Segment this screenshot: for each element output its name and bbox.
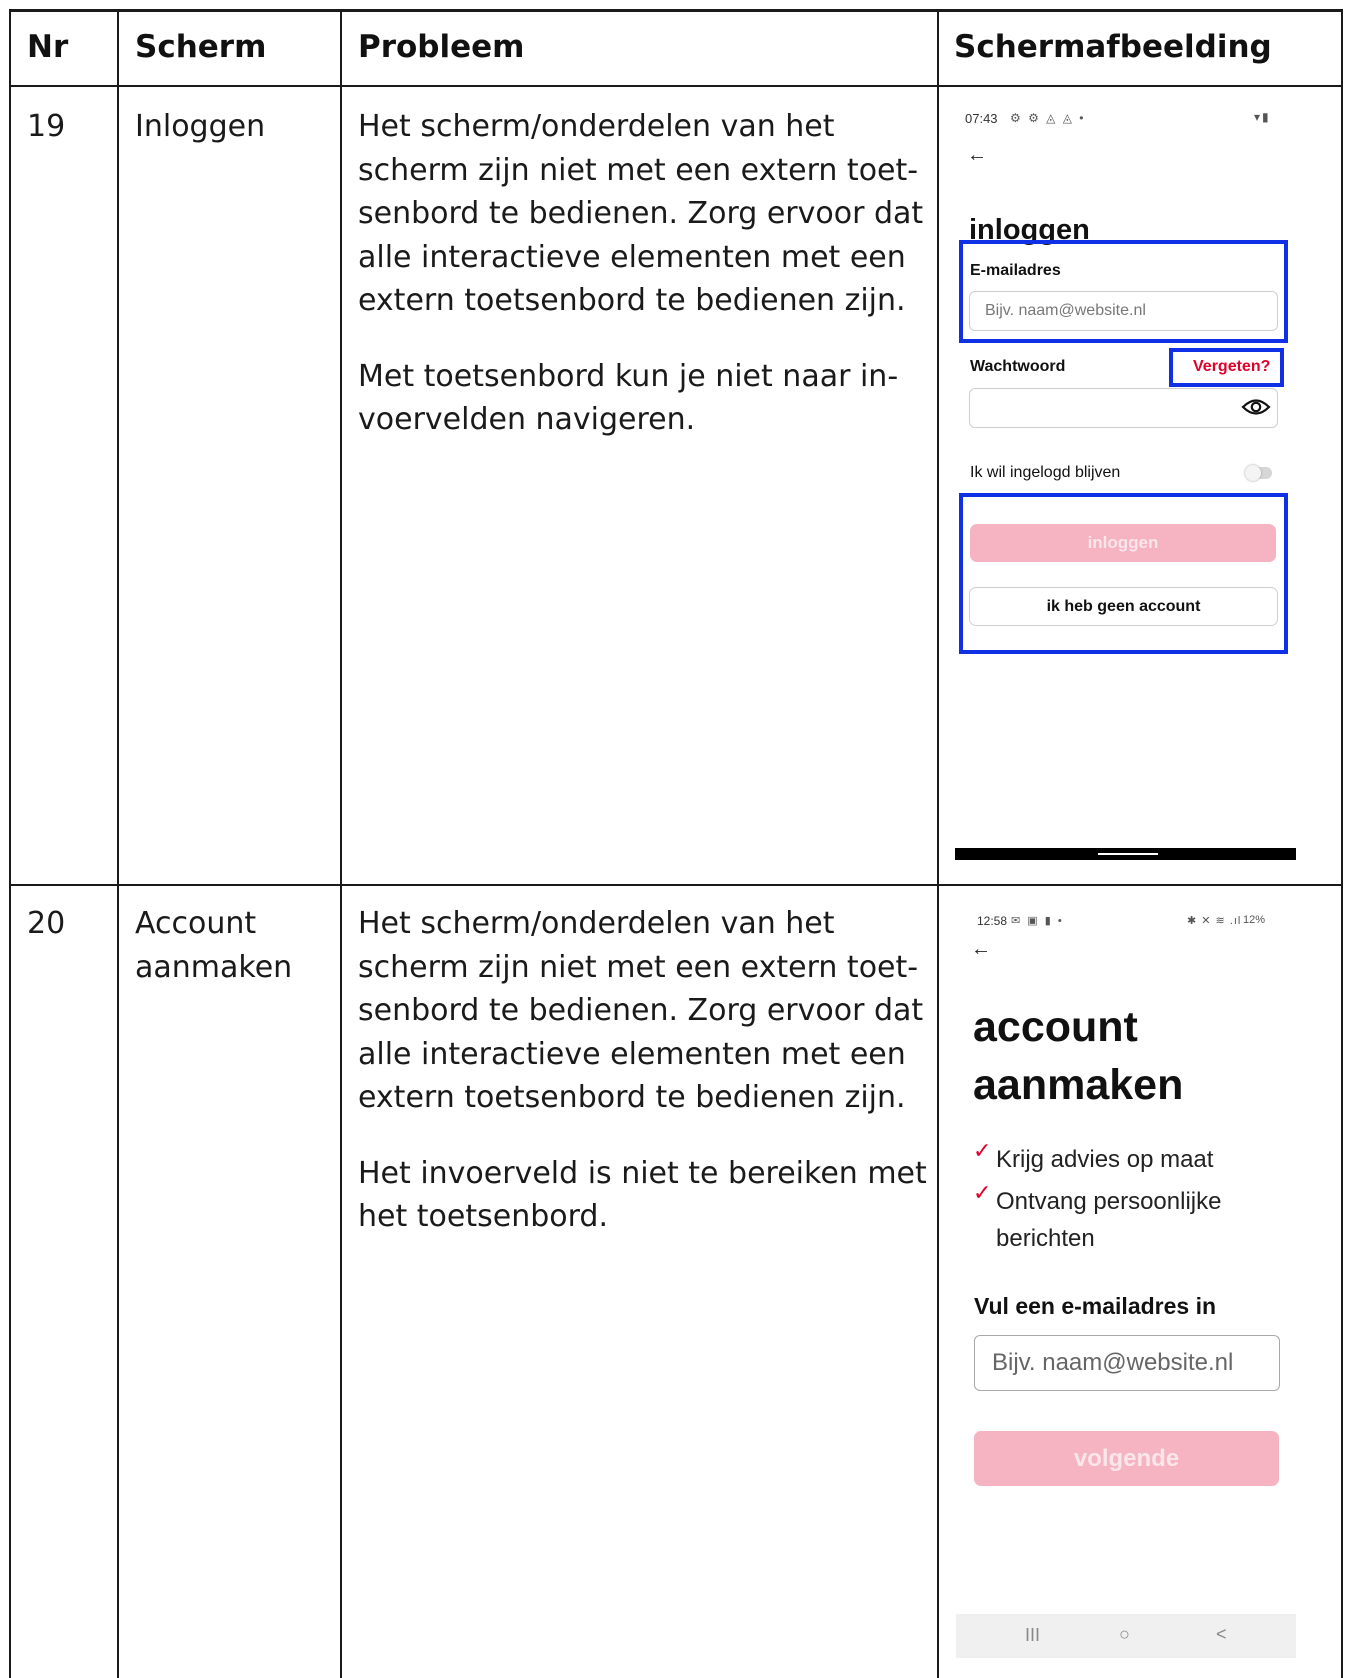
stay-logged-in-toggle[interactable] — [1245, 465, 1272, 481]
row-19-probleem-p2: Met toetsenbord kun je niet naar in­voer… — [358, 358, 899, 438]
row-19-nr: 19 — [27, 109, 66, 144]
column-divider — [340, 9, 342, 1678]
row-20-nr: 20 — [27, 906, 66, 941]
check-icon: ✓ — [973, 1138, 992, 1163]
register-title-line2: aanmaken — [973, 1061, 1184, 1109]
benefit-1: Krijg advies op maat — [996, 1146, 1214, 1173]
register-title: account aanmaken — [973, 998, 1183, 1114]
row-20-scherm: Account aanmaken — [135, 902, 292, 989]
recent-apps-icon[interactable]: III — [1025, 1625, 1040, 1646]
status-time: 12:58 — [977, 914, 1008, 928]
screenshot-register: 12:58 ✉ ▣ ▮ • ✱ ✕ ≋ .ıl 12% ← account aa… — [953, 898, 1296, 1668]
row-20-scherm-line2: aanmaken — [135, 949, 293, 985]
benefit-2-line2: berichten — [996, 1225, 1095, 1252]
check-icon: ✓ — [973, 1180, 992, 1205]
column-divider — [117, 9, 119, 1678]
back-arrow-icon[interactable]: ← — [971, 938, 991, 961]
email-placeholder: Bijv. naam@website.nl — [992, 1349, 1234, 1376]
table-border-right — [1341, 9, 1343, 1678]
benefit-2: Ontvang persoonlijke berichten — [996, 1183, 1221, 1257]
row-20-scherm-line1: Account — [135, 906, 257, 941]
password-input[interactable] — [969, 388, 1278, 428]
highlight-buttons-box — [959, 493, 1288, 654]
status-icons-left: ✉ ▣ ▮ • — [1011, 915, 1064, 927]
home-icon[interactable]: ○ — [1119, 1624, 1130, 1645]
row-20-probleem-p1: Het scherm/onderdelen van het scherm zij… — [358, 906, 924, 1115]
header-schermafbeelding: Schermafbeelding — [954, 29, 1272, 65]
row-20-probleem-p2: Het invoerveld is niet te bereiken met h… — [358, 1155, 927, 1235]
header-divider — [9, 85, 1343, 87]
password-label: Wachtwoord — [970, 358, 1066, 375]
status-icons-right: ✱ ✕ ≋ .ıl — [1187, 915, 1242, 927]
battery-level: 12% — [1243, 914, 1266, 926]
home-indicator[interactable] — [1098, 853, 1158, 855]
email-label: Vul een e-mailadres in — [974, 1293, 1217, 1319]
highlight-email-box — [959, 240, 1288, 343]
table-border-top — [9, 9, 1343, 12]
screenshot-login: 07:43 ⚙ ⚙ ◬ ◬ • ▾▮ ← inloggen E-mailadre… — [953, 100, 1296, 860]
register-title-line1: account — [973, 1003, 1138, 1051]
header-scherm: Scherm — [135, 29, 267, 65]
eye-icon[interactable] — [1241, 397, 1271, 417]
highlight-forgot-box — [1169, 348, 1284, 387]
stay-logged-in-label: Ik wil ingelogd blijven — [970, 464, 1121, 481]
row-19-scherm: Inloggen — [135, 109, 266, 144]
row-divider — [9, 884, 1343, 886]
table-border-left — [9, 9, 11, 1678]
back-arrow-icon[interactable]: ← — [967, 144, 987, 167]
email-input[interactable]: Bijv. naam@website.nl — [974, 1335, 1280, 1391]
status-icons-right: ▾▮ — [1254, 110, 1271, 124]
benefit-2-line1: Ontvang persoonlijke — [996, 1188, 1222, 1215]
row-20-probleem: Het scherm/onderdelen van het scherm zij… — [358, 902, 928, 1239]
back-nav-icon[interactable]: < — [1216, 1624, 1227, 1645]
status-time: 07:43 — [965, 111, 998, 126]
next-button[interactable]: volgende — [974, 1431, 1279, 1486]
row-19-probleem-p1: Het scherm/onderdelen van het scherm zij… — [358, 109, 924, 318]
status-icons-left: ⚙ ⚙ ◬ ◬ • — [1010, 111, 1086, 125]
column-divider — [937, 9, 939, 1678]
row-19-probleem: Het scherm/onderdelen van het scherm zij… — [358, 105, 928, 442]
header-probleem: Probleem — [358, 29, 525, 65]
header-nr: Nr — [27, 29, 69, 65]
